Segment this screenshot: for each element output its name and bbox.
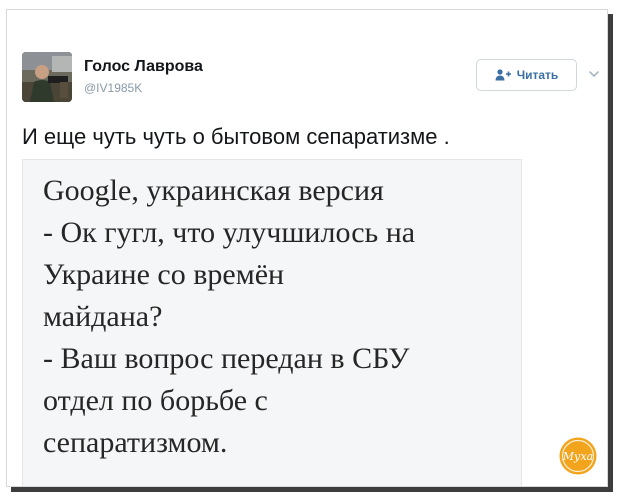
avatar[interactable] [22,52,72,102]
chevron-down-icon[interactable] [587,67,601,81]
follow-button[interactable]: Читать [476,59,577,91]
tweet-text: И еще чуть чуть о бытовом сепаратизме . [22,124,450,149]
avatar-image [22,52,72,102]
watermark-logo: Муха [559,437,597,475]
tweet-card: Голос Лаврова @IV1985K Читать И еще чуть… [6,9,608,487]
author-handle[interactable]: @IV1985K [84,81,142,95]
author-name[interactable]: Голос Лаврова [84,58,203,76]
tweet-image[interactable]: Google, украинская версия - Ок гугл, что… [22,159,522,486]
image-text: Google, украинская версия - Ок гугл, что… [43,174,416,459]
follow-label: Читать [516,68,559,82]
add-user-icon [495,69,511,81]
watermark-label: Муха [562,450,593,463]
